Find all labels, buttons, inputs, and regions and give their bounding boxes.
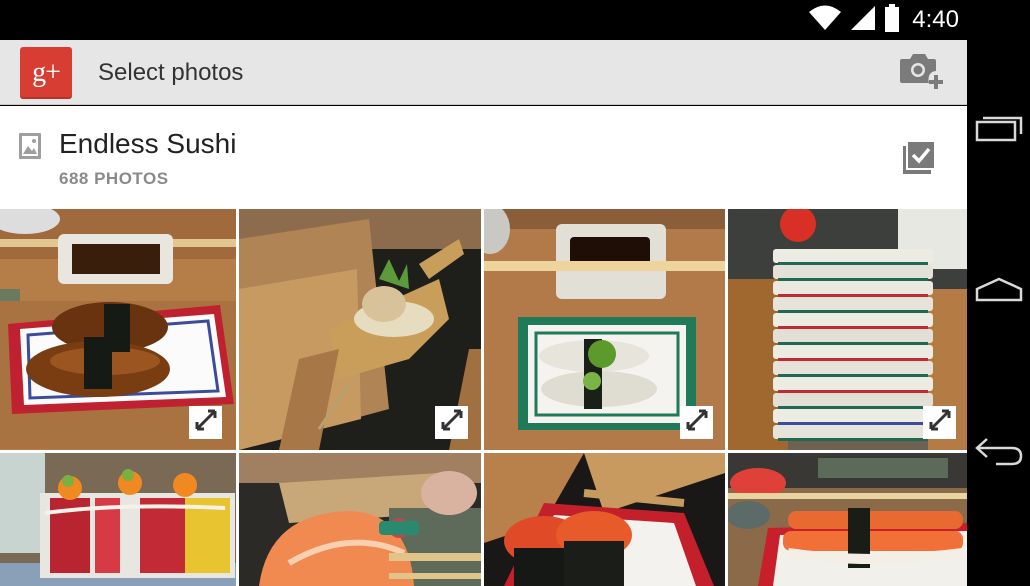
photo-tile[interactable] xyxy=(728,209,967,450)
clock: 4:40 xyxy=(912,6,959,33)
photo-thumbnail xyxy=(484,453,725,586)
album-photo-count: 688 PHOTOS xyxy=(59,169,169,188)
expand-icon xyxy=(195,409,217,436)
photo-tile[interactable] xyxy=(0,209,236,450)
album-title: Endless Sushi xyxy=(59,128,237,159)
status-icons: 4:40 xyxy=(808,3,959,37)
photo-tile[interactable] xyxy=(0,453,236,586)
photo-grid xyxy=(0,209,967,586)
expand-button[interactable] xyxy=(189,406,222,439)
photo-thumbnail xyxy=(0,453,236,586)
select-all-checkbox-icon xyxy=(899,140,937,180)
expand-icon xyxy=(441,409,463,436)
signal-icon xyxy=(850,5,876,36)
photo-tile[interactable] xyxy=(728,453,967,586)
album-header: Endless Sushi 688 PHOTOS xyxy=(0,106,967,209)
plate-stack xyxy=(773,249,933,441)
action-bar: g+ Select photos xyxy=(0,40,967,105)
album-image-icon xyxy=(19,133,41,164)
recent-apps-icon xyxy=(975,114,1023,147)
page-title: Select photos xyxy=(98,59,244,86)
navigation-bar xyxy=(967,0,1030,586)
expand-icon xyxy=(929,409,951,436)
photo-thumbnail xyxy=(239,453,481,586)
expand-icon xyxy=(686,409,708,436)
battery-icon xyxy=(884,3,900,37)
photo-tile[interactable] xyxy=(484,209,725,450)
expand-button[interactable] xyxy=(680,406,713,439)
expand-button[interactable] xyxy=(923,406,956,439)
select-all-button[interactable] xyxy=(899,138,937,181)
logo-text: g+ xyxy=(32,57,61,88)
camera-add-icon xyxy=(898,51,944,96)
back-icon xyxy=(974,436,1024,473)
back-button[interactable] xyxy=(967,424,1030,484)
home-icon xyxy=(975,276,1023,309)
status-bar: 4:40 xyxy=(0,0,967,40)
photo-tile[interactable] xyxy=(484,453,725,586)
recent-apps-button[interactable] xyxy=(967,100,1030,160)
google-plus-logo[interactable]: g+ xyxy=(20,47,72,99)
home-button[interactable] xyxy=(967,262,1030,322)
photo-thumbnail xyxy=(728,453,967,586)
photo-tile[interactable] xyxy=(239,209,481,450)
add-photo-button[interactable] xyxy=(896,50,946,96)
wifi-icon xyxy=(808,5,842,36)
photo-tile[interactable] xyxy=(239,453,481,586)
expand-button[interactable] xyxy=(435,406,468,439)
